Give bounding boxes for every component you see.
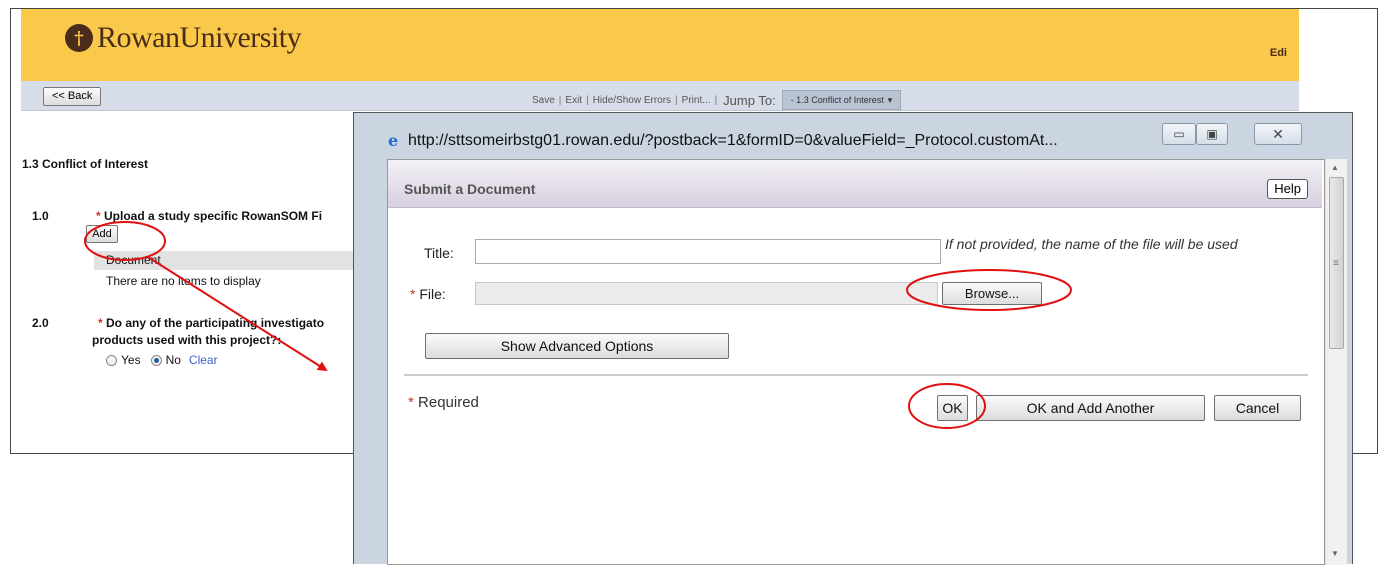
divider (404, 374, 1308, 376)
yes-no-radio-group: Yes No Clear (106, 353, 218, 367)
required-star: * (98, 316, 103, 330)
question-2-text-line1: * Do any of the participating investigat… (98, 316, 324, 330)
jump-to-value: - 1.3 Conflict of Interest (790, 95, 884, 105)
question-2-label: Do any of the participating investigato (106, 316, 325, 330)
radio-yes[interactable] (106, 354, 117, 366)
add-document-button[interactable]: Add (86, 225, 118, 243)
ok-button[interactable]: OK (937, 395, 968, 421)
maximize-icon[interactable]: ▣ (1196, 123, 1228, 145)
app-toolbar: << Back Save | Exit | Hide/Show Errors |… (21, 81, 1299, 111)
radio-yes-label: Yes (121, 353, 141, 367)
rowan-logo: † RowanUniversity (65, 21, 302, 55)
title-hint: If not provided, the name of the file wi… (945, 236, 1238, 252)
show-advanced-options-button[interactable]: Show Advanced Options (425, 333, 729, 359)
ie-icon: e (388, 131, 399, 150)
ok-and-add-another-button[interactable]: OK and Add Another (976, 395, 1205, 421)
dialog-header: Submit a Document Help (388, 160, 1322, 208)
logo-text: RowanUniversity (97, 21, 302, 54)
back-button[interactable]: << Back (43, 87, 102, 106)
dialog-title: Submit a Document (404, 181, 536, 197)
question-2-number: 2.0 (32, 316, 49, 330)
empty-list-text: There are no items to display (106, 274, 261, 288)
question-2-text-line2: products used with this project?: (92, 333, 282, 347)
separator: | (714, 94, 718, 106)
scroll-down-icon[interactable]: ▼ (1331, 549, 1339, 558)
app-header: † RowanUniversity Edi (21, 9, 1299, 81)
section-title: 1.3 Conflict of Interest (22, 157, 149, 171)
vertical-scrollbar[interactable]: ▲ ≡ ▼ (1325, 159, 1347, 565)
help-button[interactable]: Help (1267, 179, 1308, 199)
exit-link[interactable]: Exit (565, 95, 582, 106)
toolbar-links: Save | Exit | Hide/Show Errors | Print..… (532, 90, 902, 110)
popup-titlebar: e http://sttsomeirbstg01.rowan.edu/?post… (354, 113, 1352, 151)
required-star: * (410, 286, 416, 302)
separator: | (558, 94, 562, 106)
file-path-input[interactable] (475, 282, 938, 305)
chevron-down-icon: ▾ (887, 95, 893, 105)
browse-button[interactable]: Browse... (942, 282, 1042, 305)
title-input[interactable] (475, 239, 941, 264)
grip-icon: ≡ (1333, 258, 1339, 269)
jump-to-select[interactable]: - 1.3 Conflict of Interest ▾ (781, 90, 902, 110)
file-label: * File: (410, 286, 446, 302)
hide-show-errors-link[interactable]: Hide/Show Errors (593, 95, 671, 106)
popup-url: http://sttsomeirbstg01.rowan.edu/?postba… (408, 132, 1058, 149)
dialog-content: Submit a Document Help Title: If not pro… (387, 159, 1325, 565)
required-note-text: Required (418, 394, 479, 411)
scroll-up-icon[interactable]: ▲ (1331, 163, 1339, 172)
question-1-label: Upload a study specific RowanSOM Fi (104, 209, 323, 223)
scroll-thumb[interactable]: ≡ (1329, 177, 1344, 349)
title-label: Title: (424, 245, 454, 261)
print-link[interactable]: Print... (682, 95, 711, 106)
required-note: * Required (408, 394, 479, 411)
separator: | (586, 94, 589, 106)
document-column-header: Document (94, 251, 364, 270)
question-1-text: * Upload a study specific RowanSOM Fi (96, 209, 322, 223)
required-star: * (408, 394, 414, 411)
separator: | (675, 94, 678, 106)
submit-document-popup-window: e http://sttsomeirbstg01.rowan.edu/?post… (353, 112, 1353, 565)
save-link[interactable]: Save (532, 95, 555, 106)
torch-icon: † (65, 24, 93, 52)
clear-link[interactable]: Clear (189, 353, 218, 367)
edit-link[interactable]: Edi (1270, 47, 1287, 59)
jump-to-label: Jump To: (723, 92, 776, 108)
question-1-number: 1.0 (32, 209, 49, 223)
minimize-icon[interactable]: ▭ (1162, 123, 1196, 145)
radio-no-label: No (165, 353, 181, 367)
required-star: * (96, 209, 101, 223)
cancel-button[interactable]: Cancel (1214, 395, 1301, 421)
radio-no[interactable] (150, 354, 162, 366)
close-icon[interactable]: ✕ (1254, 123, 1302, 145)
file-label-text: File: (419, 286, 446, 302)
